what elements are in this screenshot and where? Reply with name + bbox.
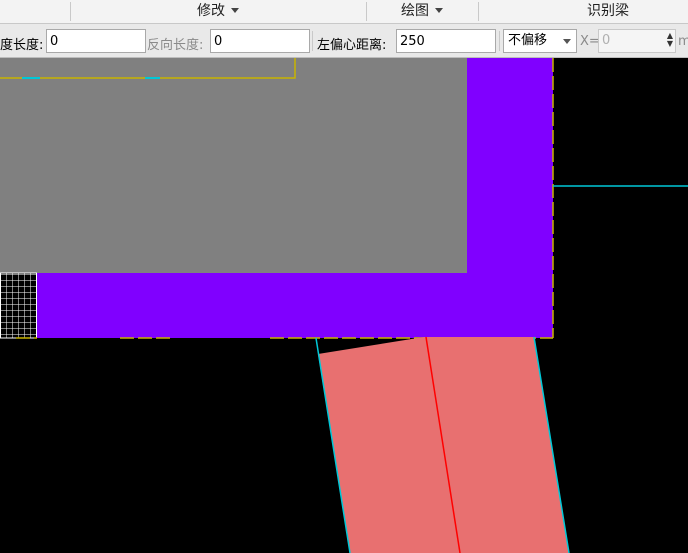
hatched-column[interactable]: [0, 273, 37, 338]
reverse-length-input[interactable]: [210, 29, 310, 53]
ribbon-group-bar: 修改 绘图 识别梁: [0, 0, 688, 24]
chevron-down-icon: [435, 7, 443, 13]
x-coordinate-spinbox[interactable]: 0 ▲ ▼: [598, 29, 676, 53]
left-offset-input[interactable]: [396, 29, 496, 53]
length-label: 度长度:: [0, 38, 44, 53]
left-offset-label: 左偏心距离:: [317, 38, 387, 53]
modify-menu[interactable]: 修改: [70, 0, 366, 23]
unit-label: m: [678, 34, 688, 49]
modify-menu-label: 修改: [197, 3, 225, 19]
offset-mode-value: 不偏移: [508, 33, 548, 48]
chevron-down-icon: [563, 39, 571, 44]
offset-mode-select[interactable]: 不偏移: [503, 29, 577, 53]
length-input[interactable]: [46, 29, 146, 53]
toolbar-separator: [312, 31, 313, 51]
drawing-canvas[interactable]: [0, 58, 688, 553]
identify-beam-menu[interactable]: 识别梁: [478, 0, 688, 23]
toolbar-separator: [499, 31, 500, 51]
property-toolbar: 度长度: 反向长度: 左偏心距离: 不偏移 X= 0 ▲▼ m: [0, 24, 688, 58]
reverse-length-label: 反向长度:: [147, 38, 204, 53]
identify-beam-label: 识别梁: [587, 3, 629, 19]
x-coordinate-value: 0: [602, 33, 611, 48]
x-label: X=: [580, 34, 600, 49]
chevron-down-icon: [231, 7, 239, 13]
draw-menu-label: 绘图: [401, 3, 429, 19]
draw-menu[interactable]: 绘图: [366, 0, 478, 23]
gray-slab[interactable]: [0, 58, 467, 273]
spinner-arrows-icon[interactable]: ▲ ▼: [667, 32, 673, 48]
